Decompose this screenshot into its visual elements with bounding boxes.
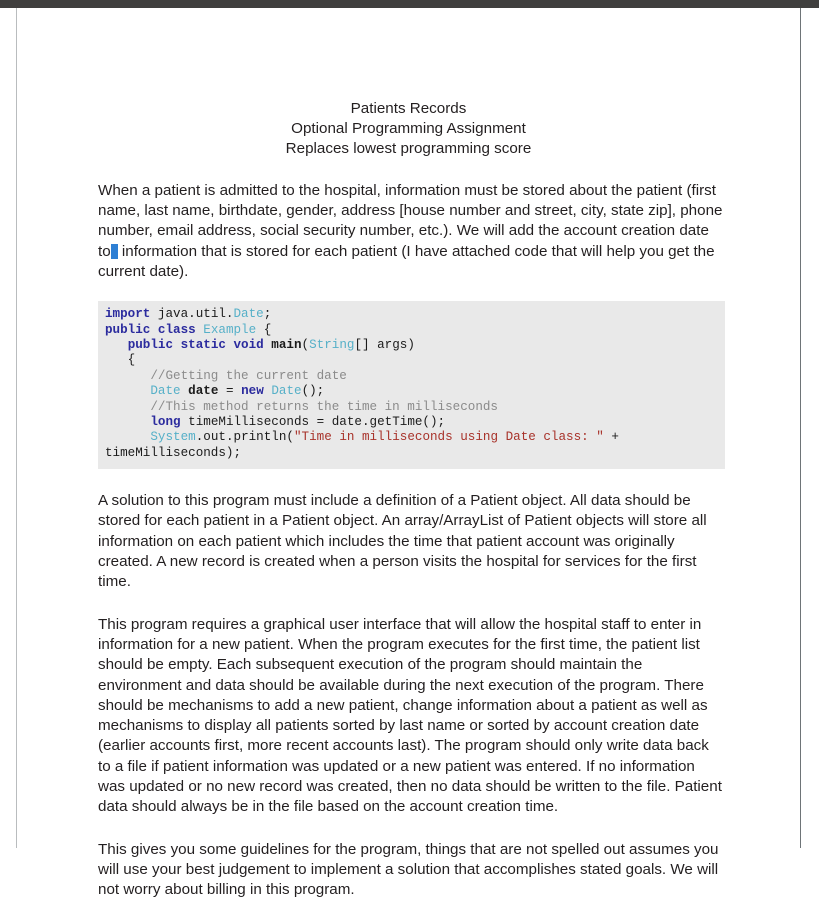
code-token-plain: timeMilliseconds = date.getTime(); [180,414,446,429]
code-token-cmt: //Getting the current date [105,368,347,383]
line-open-brace: { [98,353,725,368]
code-token-plain: ( [301,337,310,352]
line-date-init: Date date = new Date(); [98,384,725,399]
heading-line-note: Replaces lowest programming score [285,140,532,158]
code-token-plain: .out.println( [195,430,294,445]
paragraph-gui-requirements[interactable]: This program requires a graphical user i… [98,615,725,818]
code-token-plain: [] args) [354,337,415,352]
code-token-key: import [105,307,151,322]
code-token-key: public static void [127,337,264,352]
line-class-decl: public class Example { [98,323,725,338]
line-main-decl: public static void main(String[] args) [98,338,725,353]
code-token-type: Date [150,384,181,399]
code-token-key: long [150,414,181,429]
line-import: import java.util.Date; [98,307,725,322]
code-token-type: System [150,430,196,445]
heading-line-subtitle: Optional Programming Assignment [291,120,526,138]
line-println-cont: timeMilliseconds); [98,446,725,461]
paragraph-1-text-after-caret: information that is stored for each pati… [98,242,715,280]
code-token-type: Example [203,322,257,337]
window-top-chrome-bar [0,0,819,8]
document-page-sheet[interactable]: Patients Records Optional Programming As… [16,8,801,898]
code-token-type: String [309,337,355,352]
code-token-plain: = [218,384,242,399]
code-token-plain: ; [263,307,272,322]
paragraph-patient-info[interactable]: When a patient is admitted to the hospit… [98,181,723,282]
document-heading: Patients Records Optional Programming As… [17,8,800,160]
java-code-listing[interactable]: import java.util.Date; public class Examp… [98,301,725,470]
code-token-key: new [241,384,264,399]
code-token-plain: { [105,353,136,368]
code-token-plain: (); [301,384,325,399]
paragraph-patient-object[interactable]: A solution to this program must include … [98,491,725,592]
document-page-body: Patients Records Optional Programming As… [17,8,800,901]
code-token-type: Date [271,384,302,399]
heading-line-title: Patients Records [350,100,467,117]
code-token-str: "Time in milliseconds using Date class: … [293,430,604,445]
line-println: System.out.println("Time in milliseconds… [98,430,725,445]
code-token-key: public class [105,322,196,337]
line-comment-2: //This method returns the time in millis… [98,400,725,415]
text-selection-caret[interactable] [110,243,118,259]
code-token-type: Date [233,307,264,322]
code-token-plain: { [256,322,272,337]
code-token-bold: date [188,384,219,399]
document-viewport: Patients Records Optional Programming As… [0,0,819,898]
line-long-decl: long timeMilliseconds = date.getTime(); [98,415,725,430]
paragraph-closing-guidelines[interactable]: This gives you some guidelines for the p… [98,840,725,901]
code-token-cmt: //This method returns the time in millis… [105,399,498,414]
code-token-bold: main [271,337,302,352]
code-token-plain: timeMilliseconds); [105,445,242,460]
code-token-plain: java.util. [150,307,234,322]
code-token-plain: + [603,430,619,445]
line-comment-1: //Getting the current date [98,369,725,384]
